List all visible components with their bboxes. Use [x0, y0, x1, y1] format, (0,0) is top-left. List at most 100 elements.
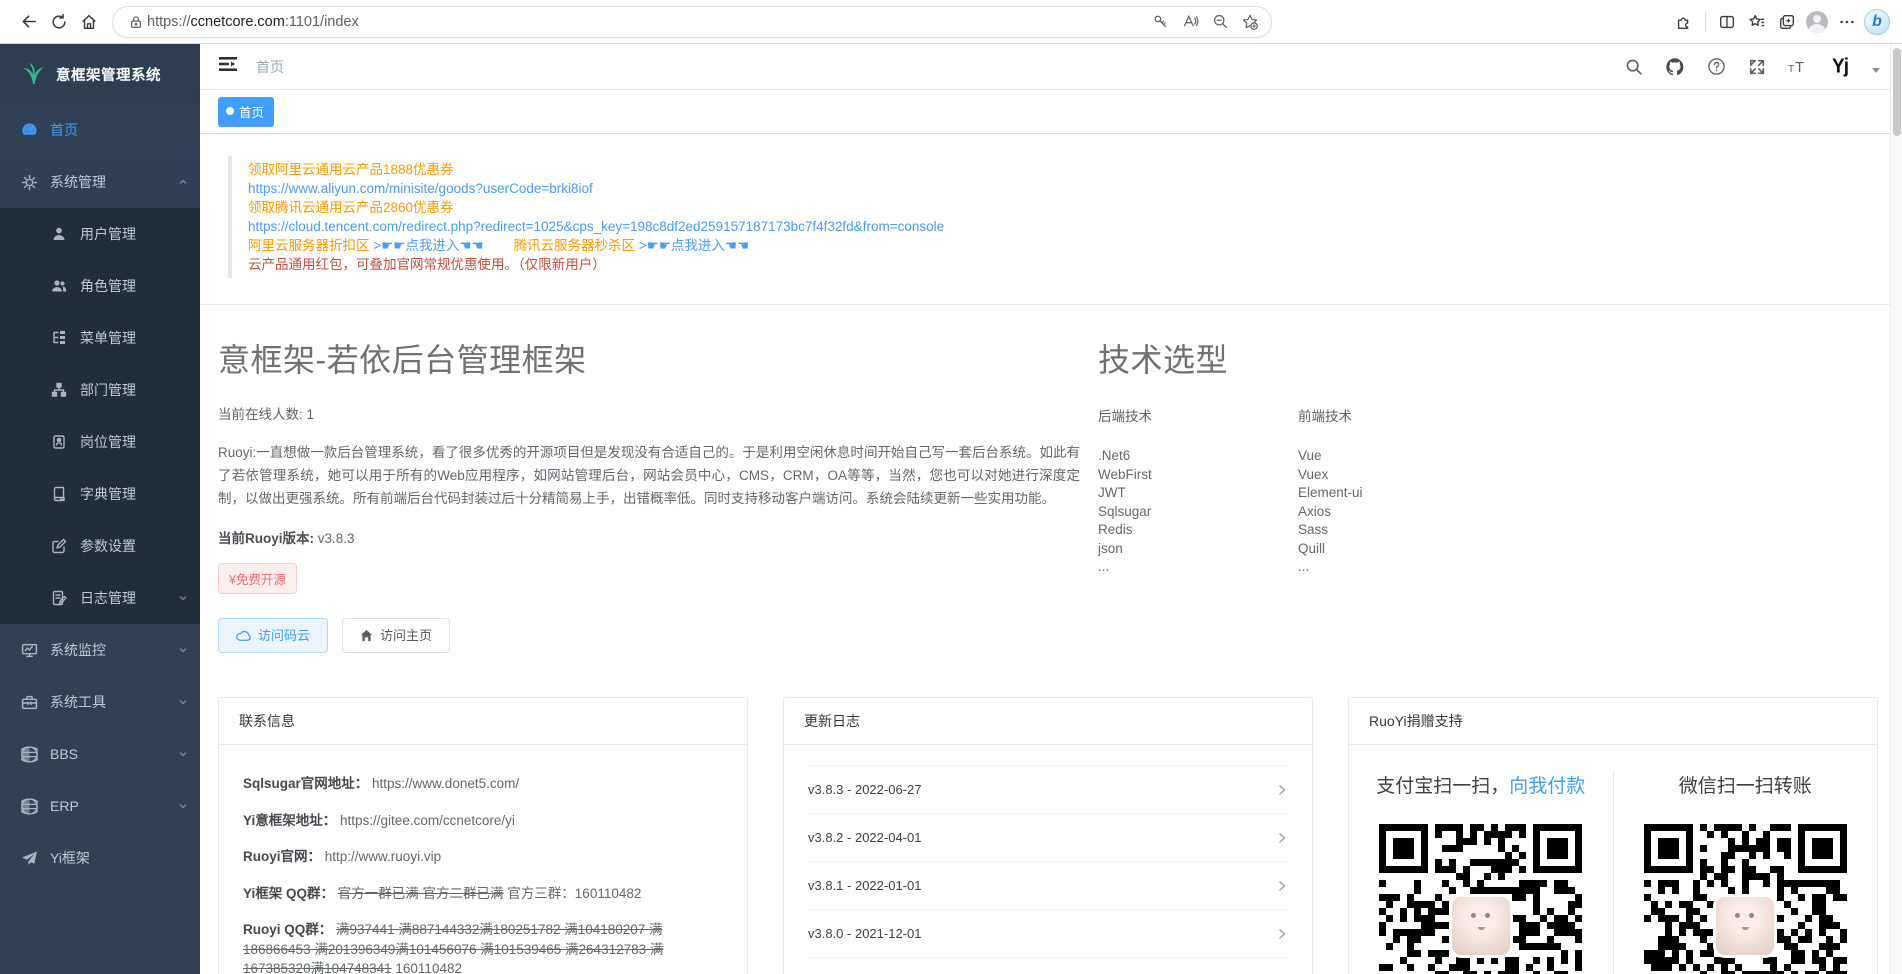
donate-card-body: 支付宝扫一扫，向我付款 微信扫一扫转账: [1349, 745, 1877, 974]
url-text[interactable]: https://ccnetcore.com:1101/index: [147, 14, 1145, 30]
donate-wechat: 微信扫一扫转账: [1614, 771, 1878, 974]
github-icon[interactable]: [1665, 57, 1685, 77]
tech-item: JWT: [1098, 484, 1298, 503]
sidebar-item-system[interactable]: 系统管理: [0, 156, 200, 208]
profile-avatar[interactable]: [1802, 7, 1832, 37]
scrollbar-thumb[interactable]: [1893, 48, 1901, 136]
tech-backend: 后端技术 .Net6 WebFirst JWT Sqlsugar Redis j…: [1098, 405, 1298, 577]
favorites-hub-icon[interactable]: [1742, 7, 1772, 37]
split-screen-icon[interactable]: [1712, 7, 1742, 37]
home-icon[interactable]: [74, 7, 104, 37]
copilot-icon[interactable]: b: [1862, 7, 1892, 37]
alipay-pay-link[interactable]: 向我付款: [1509, 776, 1585, 797]
donate-card: RuoYi捐赠支持 支付宝扫一扫，向我付款 微信扫一扫转账: [1348, 697, 1878, 974]
visit-homepage-button[interactable]: 访问主页: [342, 618, 450, 653]
wechat-title: 微信扫一扫转账: [1614, 771, 1878, 798]
sidebar-item-role-mgmt[interactable]: 角色管理: [0, 260, 200, 312]
sidebar-item-menu-mgmt[interactable]: 菜单管理: [0, 312, 200, 364]
fullscreen-icon[interactable]: [1748, 58, 1766, 76]
sidebar-item-dict-mgmt[interactable]: 字典管理: [0, 468, 200, 520]
help-icon[interactable]: [1707, 57, 1726, 76]
sidebar: 意框架管理系统 首页 系统管理: [0, 44, 200, 974]
visit-gitee-button[interactable]: 访问码云: [218, 618, 328, 653]
contact-row-sqlsugar: Sqlsugar官网地址： https://www.donet5.com/: [243, 774, 723, 794]
sidebar-item-label: 首页: [50, 120, 78, 140]
changelog-label: v3.8.2 - 2022-04-01: [808, 830, 921, 845]
sidebar-logo[interactable]: 意框架管理系统: [0, 44, 200, 104]
breadcrumb[interactable]: 首页: [256, 57, 284, 77]
changelog-item[interactable]: v3.8.0 - 2021-12-01: [808, 910, 1288, 958]
notice-tencent-enter-link[interactable]: >☛☛点我进入☚☚: [639, 238, 749, 253]
wechat-qr-code: [1644, 824, 1847, 974]
sidebar-item-label: 角色管理: [80, 276, 136, 296]
svg-text:T: T: [1788, 64, 1794, 75]
lock-icon[interactable]: [125, 7, 147, 37]
sidebar-item-dept-mgmt[interactable]: 部门管理: [0, 364, 200, 416]
read-aloud-icon[interactable]: [1175, 7, 1205, 37]
app-root: 意框架管理系统 首页 系统管理: [0, 44, 1902, 974]
caret-down-icon[interactable]: [1872, 68, 1880, 73]
sidebar-item-bbs[interactable]: BBS: [0, 728, 200, 780]
sidebar-item-label: 系统工具: [50, 692, 106, 712]
contact-card: 联系信息 Sqlsugar官网地址： https://www.donet5.co…: [218, 697, 748, 974]
tech-item: Sass: [1298, 521, 1498, 540]
sidebar-menu: 首页 系统管理 用户管理: [0, 104, 200, 974]
changelog-item[interactable]: v3.8.3 - 2022-06-27: [808, 766, 1288, 814]
intro-paragraph: Ruoyi:一直想做一款后台管理系统，看了很多优秀的开源项目但是发现没有合适自己…: [218, 441, 1080, 510]
org-chart-icon: [50, 381, 68, 399]
tech-title: 技术选型: [1098, 335, 1878, 381]
tech-item: .Net6: [1098, 447, 1298, 466]
tab-home[interactable]: 首页: [218, 97, 274, 127]
changelog-item[interactable]: v3.7.0 - 2021-09-13: [808, 958, 1288, 974]
sidebar-item-user-mgmt[interactable]: 用户管理: [0, 208, 200, 260]
password-key-icon[interactable]: [1145, 7, 1175, 37]
sidebar-item-label: 字典管理: [80, 484, 136, 504]
browser-toolbar: https://ccnetcore.com:1101/index: [0, 0, 1902, 44]
contact-label: Yi意框架地址：: [243, 813, 336, 828]
url-path: :1101/index: [285, 14, 359, 30]
changelog-item[interactable]: v3.8.2 - 2022-04-01: [808, 814, 1288, 862]
changelog-item[interactable]: v3.8.1 - 2022-01-01: [808, 862, 1288, 910]
font-size-icon[interactable]: TT: [1788, 58, 1810, 76]
button-label: 访问主页: [380, 629, 432, 642]
extensions-icon[interactable]: [1669, 7, 1699, 37]
yj-logo[interactable]: Yj: [1832, 55, 1848, 78]
search-icon[interactable]: [1625, 58, 1643, 76]
collapse-menu-icon[interactable]: [218, 55, 238, 78]
sidebar-item-home[interactable]: 首页: [0, 104, 200, 156]
address-bar[interactable]: https://ccnetcore.com:1101/index: [112, 6, 1272, 38]
sidebar-item-param-settings[interactable]: 参数设置: [0, 520, 200, 572]
notice-link-tencent[interactable]: https://cloud.tencent.com/redirect.php?r…: [248, 217, 1878, 236]
tech-item: Quill: [1298, 540, 1498, 559]
contact-row-ruoyi: Ruoyi官网： http://www.ruoyi.vip: [243, 847, 723, 867]
notice-link-aliyun[interactable]: https://www.aliyun.com/minisite/goods?us…: [248, 179, 1878, 198]
back-icon[interactable]: [14, 7, 44, 37]
gear-icon: [20, 173, 38, 191]
sidebar-item-monitor[interactable]: 系统监控: [0, 624, 200, 676]
tech-columns: 后端技术 .Net6 WebFirst JWT Sqlsugar Redis j…: [1098, 405, 1878, 577]
sidebar-item-yi-framework[interactable]: Yi框架: [0, 832, 200, 884]
sidebar-item-label: 岗位管理: [80, 432, 136, 452]
zoom-out-icon[interactable]: [1205, 7, 1235, 37]
chevron-down-icon: [178, 746, 188, 762]
tab-duplicate-icon[interactable]: [1772, 7, 1802, 37]
tech-section: 技术选型 后端技术 .Net6 WebFirst JWT Sqlsugar Re…: [1098, 305, 1878, 653]
sidebar-item-tools[interactable]: 系统工具: [0, 676, 200, 728]
sidebar-item-label: Yi框架: [50, 848, 90, 868]
contact-label: Yi框架 QQ群：: [243, 886, 334, 901]
changelog-label: v3.8.1 - 2022-01-01: [808, 878, 921, 893]
changelog-card-body: v3.8.3 - 2022-06-27 v3.8.2 - 2022-04-01 …: [784, 745, 1312, 974]
tech-item: Vuex: [1298, 466, 1498, 485]
page-scrollbar[interactable]: [1890, 44, 1902, 974]
contact-label: Sqlsugar官网地址：: [243, 776, 368, 791]
qq-group-open: 官方三群：160110482: [504, 886, 642, 901]
alipay-title-text: 支付宝扫一扫，: [1376, 776, 1509, 797]
home-row: 意框架-若依后台管理框架 当前在线人数: 1 Ruoyi:一直想做一款后台管理系…: [218, 305, 1878, 653]
sidebar-item-post-mgmt[interactable]: 岗位管理: [0, 416, 200, 468]
sidebar-item-erp[interactable]: ERP: [0, 780, 200, 832]
favorite-add-icon[interactable]: [1235, 7, 1265, 37]
notice-aliyun-enter-link[interactable]: >☛☛点我进入☚☚: [373, 238, 483, 253]
refresh-icon[interactable]: [44, 7, 74, 37]
more-options-icon[interactable]: [1832, 7, 1862, 37]
sidebar-item-log-mgmt[interactable]: 日志管理: [0, 572, 200, 624]
